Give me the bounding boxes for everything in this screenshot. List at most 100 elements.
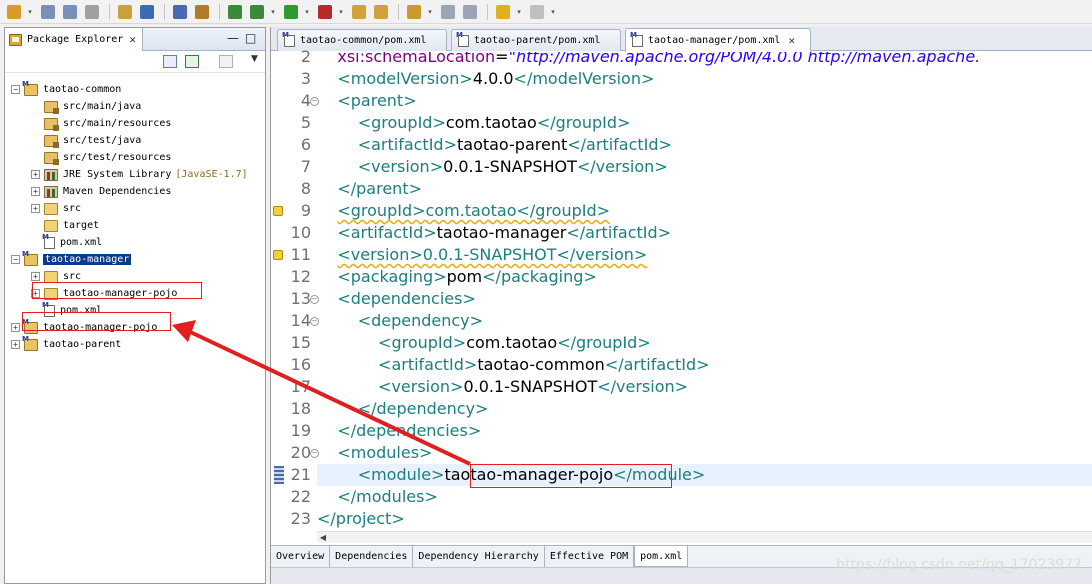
code-area[interactable]: xsi:schemaLocation="http://maven.apache.… [317,52,1092,537]
new-icon[interactable] [4,3,24,21]
print-icon-glyph [85,4,99,19]
prev-annotation-icon[interactable] [460,3,480,21]
refresh-icon[interactable] [225,3,245,21]
dropdown-arrow-icon[interactable]: ▾ [26,3,34,21]
dropdown-arrow-icon[interactable]: ▾ [515,3,523,21]
expand-toggle-icon[interactable]: + [11,340,20,349]
editor-tab[interactable]: taotao-manager/pom.xml ✕ [625,28,811,52]
dropdown-arrow-icon[interactable]: ▾ [269,3,277,21]
tree-item[interactable]: src/test/java [31,132,141,149]
code-token: </groupId> [557,333,651,352]
run-external-icon[interactable] [315,3,335,21]
toolbar-separator [487,3,488,20]
code-line: </dependency> [317,398,1092,420]
view-menu-icon[interactable]: ▼ [251,54,258,64]
dropdown-arrow-icon[interactable]: ▾ [303,3,311,21]
expand-toggle-icon[interactable]: + [31,187,40,196]
library-icon [44,185,58,198]
tree-item[interactable]: pom.xml [31,233,102,251]
pom-editor-tab[interactable]: Dependency Hierarchy [413,546,545,567]
tab-package-explorer[interactable]: Package Explorer ✕ [5,28,143,51]
pom-editor-tab[interactable]: Effective POM [545,546,635,567]
pom-editor-tab[interactable]: Overview [271,546,331,567]
tree-item[interactable]: − taotao-manager [11,250,132,268]
expand-toggle-icon[interactable]: + [31,204,40,213]
tree-item[interactable]: target [31,217,99,234]
open-type-icon[interactable] [115,3,135,21]
open-file-icon[interactable] [371,3,391,21]
run-icon[interactable] [281,3,301,21]
line-number: 16 [290,355,311,374]
horizontal-scrollbar[interactable]: ◀ [317,531,1092,543]
print-icon[interactable] [82,3,102,21]
save-icon[interactable] [38,3,58,21]
library-icon [44,168,58,181]
line-number: 20 [290,443,311,462]
console-icon[interactable] [137,3,157,21]
save-all-icon-glyph [63,4,77,19]
minimize-icon[interactable]: — [227,31,239,45]
toolbar-separator [398,3,399,20]
pom-editor-tab[interactable]: Dependencies [330,546,414,567]
line-number: 3 [300,69,311,88]
open-folder-icon[interactable] [349,3,369,21]
tree-item[interactable]: src/main/java [31,98,141,115]
folder-icon [44,270,58,283]
expand-toggle-icon[interactable]: + [11,323,20,332]
refresh-icon-glyph [228,4,242,19]
expand-toggle-icon[interactable]: + [31,170,40,179]
code-token: <artifactId> [378,355,478,374]
code-line: <modelVersion>4.0.0</modelVersion> [317,68,1092,90]
next-annotation-icon[interactable] [438,3,458,21]
code-token: 0.0.1-SNAPSHOT [463,377,598,396]
line-number: 9 [300,201,311,220]
editor-tab[interactable]: taotao-parent/pom.xml [451,29,621,51]
tree-item[interactable]: + taotao-parent [11,335,122,353]
forward-icon[interactable] [527,3,547,21]
collapse-toggle-icon[interactable]: − [11,85,20,94]
close-icon[interactable]: ✕ [788,34,795,47]
tree-item[interactable]: src/main/resources [31,115,171,132]
collapse-all-icon[interactable] [163,55,177,68]
dropdown-arrow-icon[interactable]: ▾ [337,3,345,21]
code-token: <version> [357,157,444,176]
save-all-icon[interactable] [60,3,80,21]
code-token: <version>0.0.1-SNAPSHOT</version> [337,245,648,264]
dropdown-arrow-icon[interactable]: ▾ [426,3,434,21]
tree-item-label: taotao-parent [43,339,122,350]
code-line: <artifactId>taotao-manager</artifactId> [317,222,1092,244]
warning-icon[interactable] [273,250,283,260]
code-token: <dependency> [357,311,484,330]
tree-item[interactable]: src/test/resources [31,149,171,166]
code-token: "http://maven.apache.org/POM/4.0.0 http:… [508,52,981,66]
skip-breakpoints-icon[interactable] [170,3,190,21]
warning-icon[interactable] [273,206,283,216]
tree-item[interactable]: + Maven Dependencies [31,183,171,200]
focus-task-icon[interactable] [219,55,233,68]
package-explorer-view: Package Explorer ✕ — □ ▼ − taotao-common s… [4,27,266,584]
scroll-left-icon[interactable]: ◀ [317,532,329,543]
debug-icon[interactable] [247,3,267,21]
search-icon[interactable] [404,3,424,21]
code-token: 0.0.1-SNAPSHOT [443,157,577,176]
new-package-icon[interactable] [192,3,212,21]
code-token: <packaging> [337,267,447,286]
tree-item[interactable]: + JRE System Library [JavaSE-1.7] [31,166,248,183]
pom-editor-tab[interactable]: pom.xml [634,546,689,567]
tree-item[interactable]: − taotao-common [11,80,121,98]
dropdown-arrow-icon[interactable]: ▾ [549,3,557,21]
link-with-editor-icon[interactable] [185,55,199,68]
expand-toggle-icon[interactable]: + [31,272,40,281]
back-icon[interactable] [493,3,513,21]
xml-file-icon [456,31,469,47]
tree-item[interactable]: + src [31,200,81,217]
collapse-toggle-icon[interactable]: − [11,255,20,264]
maximize-icon[interactable]: □ [245,31,256,45]
close-icon[interactable]: ✕ [129,33,136,46]
